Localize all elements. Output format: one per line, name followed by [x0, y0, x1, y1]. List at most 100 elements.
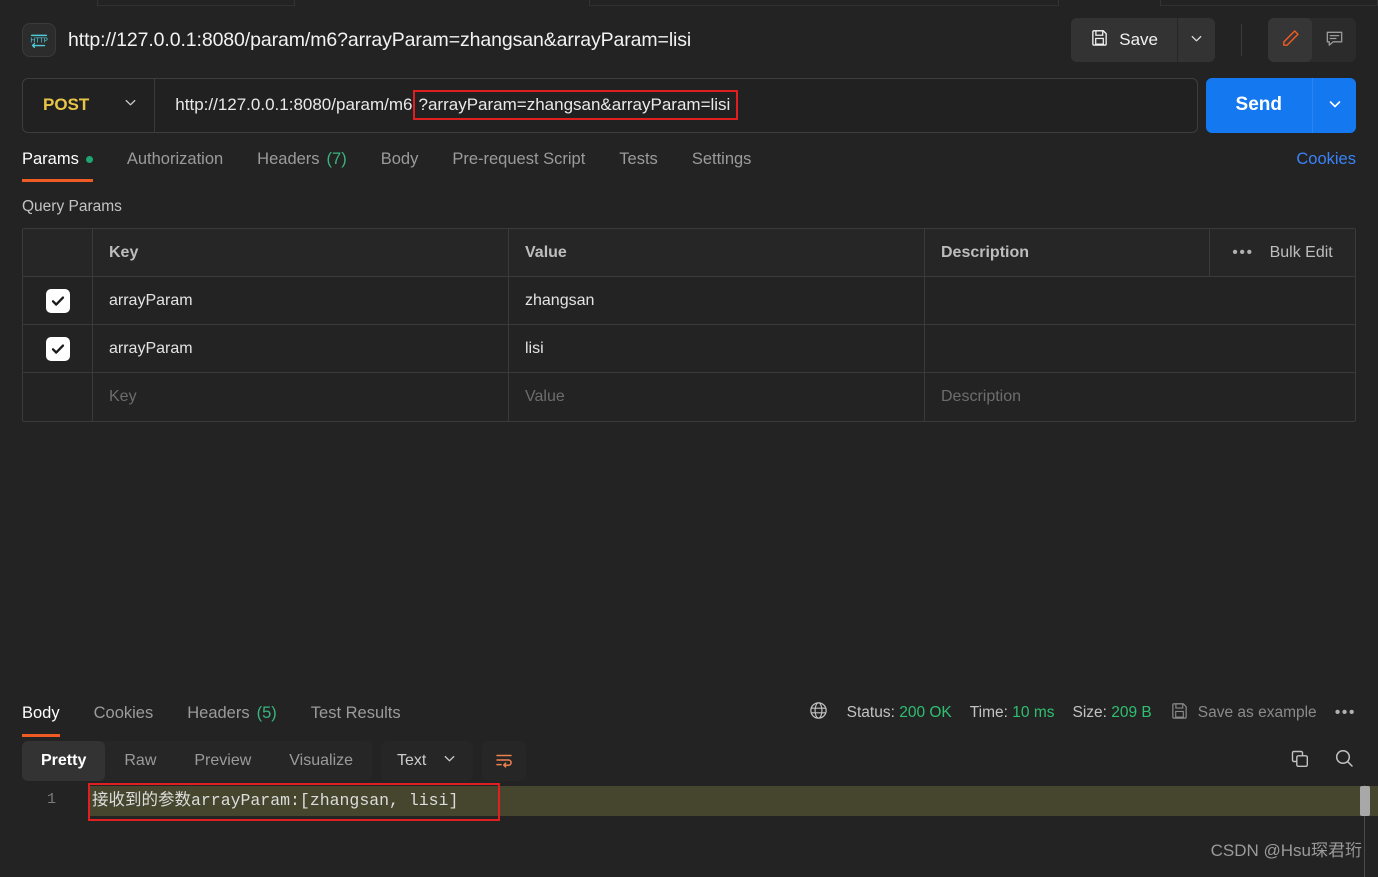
chevron-down-icon	[1327, 96, 1343, 115]
copy-icon[interactable]	[1289, 748, 1311, 775]
tab-tests[interactable]: Tests	[602, 136, 675, 182]
wrap-text-button[interactable]	[482, 741, 527, 781]
line-number: 1	[46, 791, 56, 808]
params-modified-dot	[85, 155, 93, 163]
query-params-title: Query Params	[22, 198, 122, 215]
row-description-cell[interactable]: Description	[925, 373, 1355, 421]
url-prefix: http://127.0.0.1:8080/param/m6	[175, 95, 413, 114]
response-format-label: Text	[397, 752, 427, 769]
response-header: Body Cookies Headers (5) Test Results St…	[0, 689, 1378, 737]
row-check-cell	[23, 325, 93, 372]
comment-button[interactable]	[1312, 18, 1356, 62]
table-row[interactable]: arrayParam lisi	[23, 325, 1355, 373]
save-button-label: Save	[1119, 30, 1158, 49]
send-options-caret[interactable]	[1312, 77, 1356, 133]
chevron-down-icon	[123, 95, 138, 115]
response-tab-headers-label: Headers	[187, 703, 250, 722]
query-params-table: Key Value Description ••• Bulk Edit arra…	[22, 228, 1356, 422]
view-raw-button[interactable]: Raw	[105, 741, 175, 781]
send-button[interactable]: Send	[1205, 77, 1312, 133]
row-checkbox[interactable]	[45, 288, 70, 313]
wrap-text-icon	[494, 750, 514, 773]
http-protocol-icon: HTTP	[22, 23, 56, 57]
vertical-scrollbar-thumb[interactable]	[1360, 786, 1370, 816]
table-row[interactable]: arrayParam zhangsan	[23, 277, 1355, 325]
response-tab-test-results-label: Test Results	[310, 703, 401, 722]
response-tab-headers[interactable]: Headers (5)	[170, 689, 294, 737]
chevron-down-icon	[442, 751, 457, 771]
row-key-cell[interactable]: arrayParam	[93, 325, 509, 372]
tab-seam-1	[97, 0, 295, 6]
response-tab-cookies-label: Cookies	[93, 703, 154, 722]
tab-params-label: Params	[22, 149, 79, 168]
response-status-bar: Status: 200 OK Time: 10 ms Size: 209 B S…	[808, 689, 1356, 737]
time-label: Time:	[969, 704, 1008, 721]
row-value-value: zhangsan	[525, 291, 595, 309]
search-icon[interactable]	[1333, 747, 1356, 775]
ellipsis-icon[interactable]: •••	[1232, 244, 1253, 262]
row-description-placeholder: Description	[941, 388, 1022, 405]
response-more-ellipsis-icon[interactable]: •••	[1335, 704, 1356, 722]
tab-headers[interactable]: Headers (7)	[240, 136, 364, 182]
row-description-cell[interactable]	[925, 325, 1355, 372]
header-cell-value: Value	[509, 229, 925, 276]
tab-params[interactable]: Params	[22, 136, 110, 182]
bulk-edit-button[interactable]: Bulk Edit	[1270, 244, 1333, 262]
status-label: Status:	[846, 704, 895, 721]
response-format-selector[interactable]: Text	[381, 741, 474, 781]
request-tabs: Params Authorization Headers (7) Body Pr…	[0, 136, 1378, 182]
tab-pre-request-script[interactable]: Pre-request Script	[435, 136, 602, 182]
row-checkbox[interactable]	[45, 336, 70, 361]
table-row-empty[interactable]: Key Value Description	[23, 373, 1355, 421]
save-options-caret[interactable]	[1177, 18, 1215, 62]
size-group: Size: 209 B	[1072, 704, 1151, 722]
floppy-disk-icon	[1090, 28, 1109, 52]
query-params-section: Query Params Key Value Description ••• B…	[0, 182, 1378, 422]
view-visualize-button[interactable]: Visualize	[270, 741, 372, 781]
svg-text:HTTP: HTTP	[30, 36, 48, 44]
column-header-value: Value	[525, 243, 567, 261]
row-key-cell[interactable]: Key	[93, 373, 509, 421]
globe-icon	[808, 700, 829, 726]
http-method-selector[interactable]: POST	[23, 78, 156, 132]
status-value: 200 OK	[899, 704, 952, 721]
tab-body[interactable]: Body	[364, 136, 436, 182]
tab-body-label: Body	[380, 149, 419, 168]
row-key-cell[interactable]: arrayParam	[93, 277, 509, 324]
response-tab-body-label: Body	[22, 703, 60, 722]
view-pretty-button[interactable]: Pretty	[22, 741, 106, 781]
http-method-label: POST	[43, 95, 90, 114]
row-value-value: lisi	[525, 339, 544, 357]
row-check-cell	[23, 373, 93, 421]
row-value-cell[interactable]: Value	[509, 373, 925, 421]
tab-authorization[interactable]: Authorization	[110, 136, 240, 182]
tab-seam-2	[589, 0, 1059, 6]
save-as-example-button[interactable]: Save as example	[1170, 701, 1317, 725]
header-cell-bulk: ••• Bulk Edit	[1210, 229, 1355, 276]
row-description-cell[interactable]	[925, 277, 1355, 324]
header-cell-description: Description	[925, 229, 1210, 276]
save-button[interactable]: Save	[1071, 18, 1177, 62]
tab-settings[interactable]: Settings	[675, 136, 769, 182]
url-input[interactable]: http://127.0.0.1:8080/param/m6 ?arrayPara…	[155, 79, 1196, 132]
response-tab-headers-count: (5)	[256, 703, 277, 722]
response-tab-body[interactable]: Body	[22, 689, 77, 737]
comment-icon	[1324, 28, 1345, 52]
response-tab-test-results[interactable]: Test Results	[294, 689, 418, 737]
time-value: 10 ms	[1012, 704, 1055, 721]
tab-settings-label: Settings	[691, 149, 752, 168]
tab-tests-label: Tests	[619, 149, 658, 168]
row-value-cell[interactable]: zhangsan	[509, 277, 925, 324]
chevron-down-icon	[1189, 31, 1204, 49]
row-value-placeholder: Value	[525, 388, 565, 405]
tab-headers-count: (7)	[326, 149, 347, 168]
header-divider	[1241, 24, 1242, 56]
tab-headers-label: Headers	[257, 149, 320, 168]
row-value-cell[interactable]: lisi	[509, 325, 925, 372]
row-check-cell	[23, 277, 93, 324]
edit-request-button[interactable]	[1268, 18, 1312, 62]
view-preview-button[interactable]: Preview	[175, 741, 270, 781]
response-tab-cookies[interactable]: Cookies	[77, 689, 171, 737]
cookies-link[interactable]: Cookies	[1296, 136, 1356, 182]
pencil-icon	[1280, 28, 1301, 52]
